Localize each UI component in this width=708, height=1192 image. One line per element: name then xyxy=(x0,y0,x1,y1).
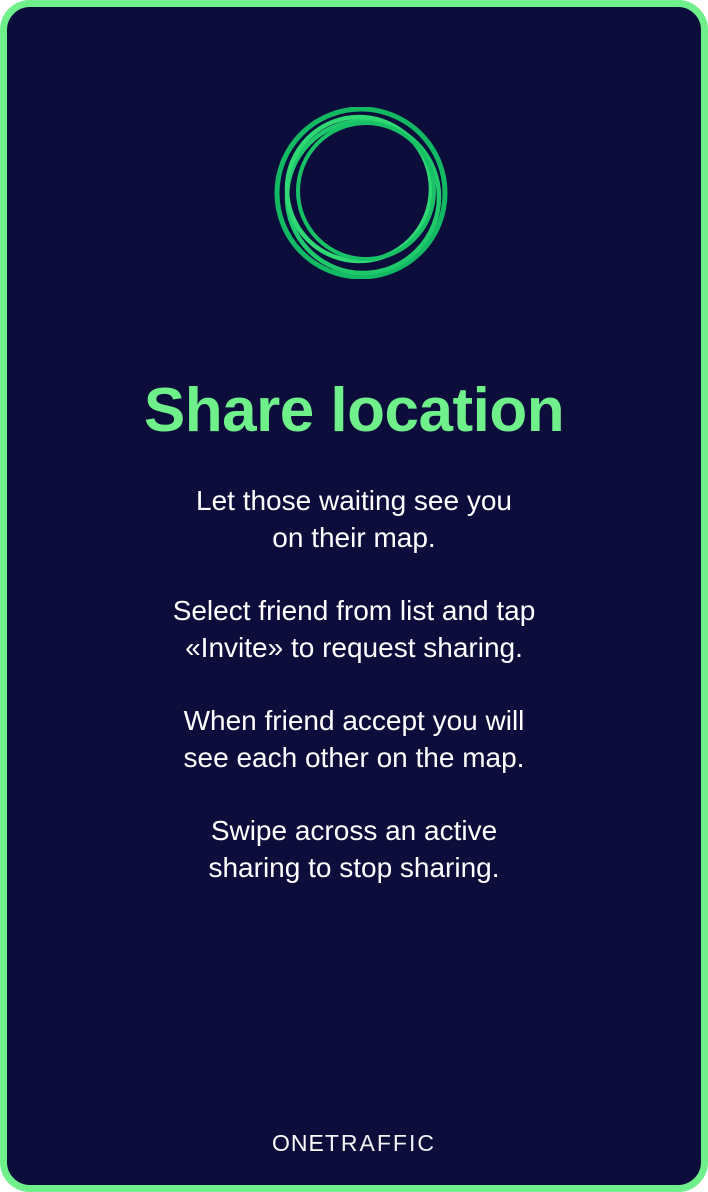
ring-outer xyxy=(274,107,448,279)
instruction-paragraph-4: Swipe across an active sharing to stop s… xyxy=(208,815,500,883)
share-location-card: Share location Let those waiting see you… xyxy=(0,0,708,1192)
ring-offset xyxy=(296,121,436,261)
location-rings-icon xyxy=(274,107,448,279)
brand-logo-part1: ONE xyxy=(272,1130,325,1156)
instruction-paragraph-3: When friend accept you will see each oth… xyxy=(183,705,525,773)
brand-logo-part2: TRAFFIC xyxy=(324,1130,436,1156)
page-title: Share location xyxy=(143,376,565,445)
instruction-paragraph-2: Select friend from list and tap «Invite»… xyxy=(172,595,536,663)
brand-logo: ONETRAFFIC xyxy=(7,1127,701,1159)
instruction-paragraph-1: Let those waiting see you on their map. xyxy=(196,485,512,553)
